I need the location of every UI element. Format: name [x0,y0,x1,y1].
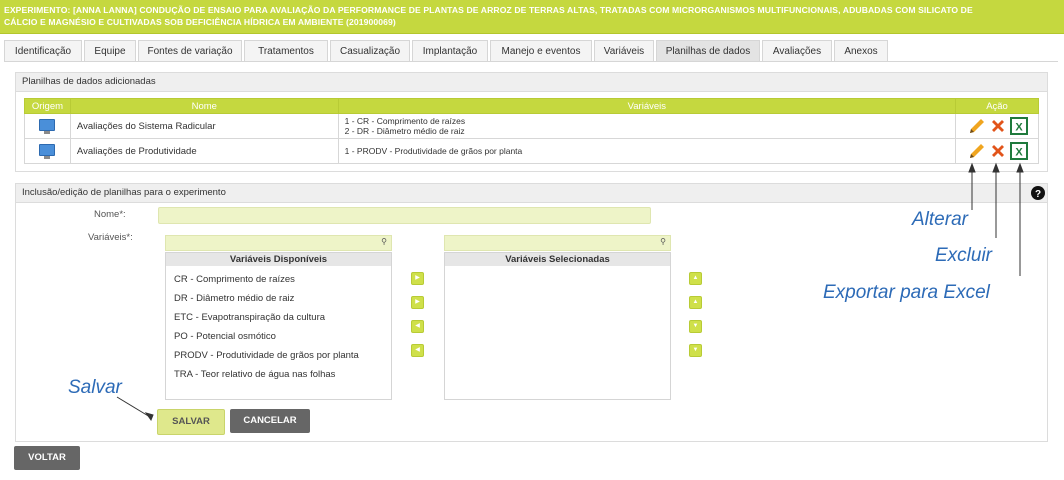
annotation-arrows [116,162,1024,422]
annotation-alterar: Alterar [912,209,968,230]
annotation-salvar: Salvar [68,377,122,398]
annotation-excluir: Excluir [935,245,993,266]
annotation-exportar: Exportar para Excel [823,282,990,303]
